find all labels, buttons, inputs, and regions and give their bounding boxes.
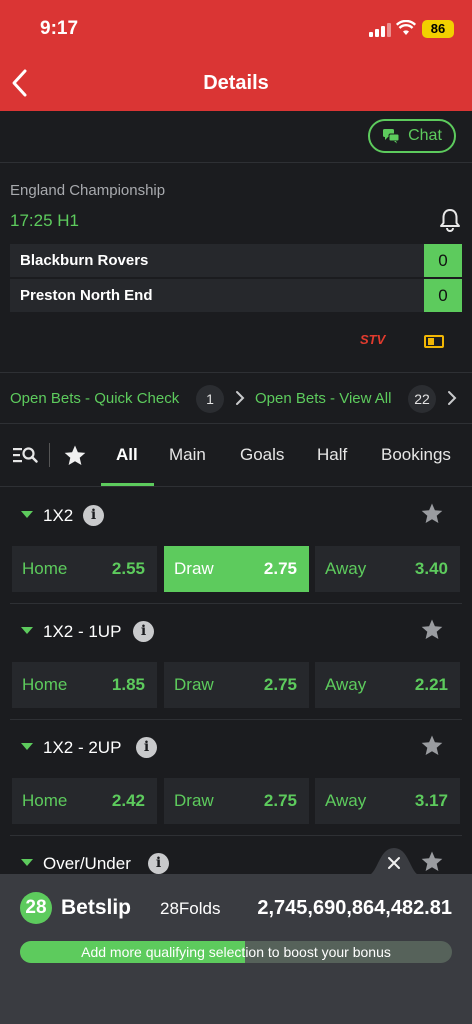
- odds-label: Away: [325, 791, 367, 810]
- odds-label: Away: [325, 559, 367, 578]
- odds-value: 2.75: [263, 791, 297, 810]
- open-bets-quick-check-link[interactable]: Open Bets - Quick Check: [10, 390, 179, 407]
- collapse-caret-icon[interactable]: [21, 743, 33, 750]
- odds-button-home[interactable]: Home 1.85: [12, 662, 157, 708]
- match-clock: 17:25 H1: [10, 211, 79, 230]
- bonus-progress-bar: Add more qualifying selection to boost y…: [20, 941, 452, 963]
- team-score: 0: [424, 244, 462, 277]
- page: 9:17 86 Details Chat England Championshi…: [0, 0, 472, 1024]
- page-title: Details: [203, 72, 269, 94]
- team-name: Blackburn Rovers: [20, 252, 149, 269]
- ticket-icon[interactable]: [424, 335, 444, 348]
- odds-button-home[interactable]: Home 2.55: [12, 546, 157, 592]
- market-divider: [10, 719, 462, 720]
- odds-label: Home: [22, 675, 68, 694]
- team-name: Preston North End: [20, 287, 153, 304]
- market-tabs: All Main Goals Half Bookings: [0, 425, 472, 487]
- betslip-folds: 28Folds: [160, 899, 221, 918]
- bonus-message: Add more qualifying selection to boost y…: [81, 944, 391, 960]
- odds-button-home[interactable]: Home 2.42: [12, 778, 157, 824]
- chevron-right-icon[interactable]: [234, 389, 246, 407]
- collapse-caret-icon[interactable]: [21, 627, 33, 634]
- odds-label: Home: [22, 559, 68, 578]
- odds-button-draw[interactable]: Draw 2.75: [164, 778, 309, 824]
- odds-button-draw[interactable]: Draw 2.75: [164, 662, 309, 708]
- star-icon[interactable]: [420, 734, 444, 758]
- odds-label: Draw: [174, 675, 214, 694]
- close-icon[interactable]: [366, 846, 422, 876]
- odds-button-away[interactable]: Away 3.40: [315, 546, 460, 592]
- team-row-home: Blackburn Rovers 0: [10, 244, 462, 277]
- search-list-icon[interactable]: [12, 445, 38, 465]
- odds-label: Home: [22, 791, 68, 810]
- status-time: 9:17: [40, 18, 79, 39]
- odds-value: 1.85: [111, 675, 145, 694]
- info-icon[interactable]: i: [136, 737, 157, 758]
- odds-value: 2.42: [111, 791, 145, 810]
- battery-indicator: 86: [422, 20, 454, 38]
- tab-all[interactable]: All: [116, 445, 138, 465]
- open-bets-view-all-link[interactable]: Open Bets - View All: [255, 390, 391, 407]
- info-icon[interactable]: i: [133, 621, 154, 642]
- market-header-1x2-1up[interactable]: 1X2 - 1UP i: [0, 613, 472, 653]
- tab-separator: [49, 443, 50, 467]
- market-header-1x2[interactable]: 1X2 i: [0, 497, 472, 537]
- league-name: England Championship: [10, 182, 166, 199]
- view-all-count-badge: 22: [408, 385, 436, 413]
- open-bets-bar: Open Bets - Quick Check 1 Open Bets - Vi…: [0, 372, 472, 424]
- collapse-caret-icon[interactable]: [21, 511, 33, 518]
- team-score: 0: [424, 279, 462, 312]
- market-divider: [10, 603, 462, 604]
- chat-label: Chat: [408, 127, 442, 144]
- bell-icon[interactable]: [439, 208, 461, 232]
- betslip-payout: 2,745,690,864,482.81: [257, 897, 452, 919]
- odds-button-draw[interactable]: Draw 2.75: [164, 546, 309, 592]
- odds-value: 3.17: [414, 791, 448, 810]
- quick-check-count-badge: 1: [196, 385, 224, 413]
- chat-button[interactable]: Chat: [368, 119, 456, 153]
- odds-label: Away: [325, 675, 367, 694]
- tab-half[interactable]: Half: [317, 445, 347, 465]
- betslip-label[interactable]: Betslip: [61, 896, 131, 920]
- market-name: Over/Under: [43, 854, 131, 873]
- star-icon[interactable]: [420, 850, 444, 874]
- active-tab-indicator: [101, 483, 154, 486]
- odds-label: Draw: [174, 559, 214, 578]
- chat-bar: Chat: [0, 111, 472, 163]
- wifi-icon: [396, 20, 416, 35]
- odds-value: 2.55: [111, 559, 145, 578]
- chat-icon: [383, 129, 400, 144]
- star-icon[interactable]: [420, 502, 444, 526]
- cellular-signal-icon: [369, 23, 391, 37]
- star-icon[interactable]: [63, 444, 87, 467]
- market-header-1x2-2up[interactable]: 1X2 - 2UP i: [0, 729, 472, 769]
- tab-main[interactable]: Main: [169, 445, 206, 465]
- tab-goals[interactable]: Goals: [240, 445, 284, 465]
- team-row-away: Preston North End 0: [10, 279, 462, 312]
- market-divider: [10, 835, 462, 836]
- chevron-right-icon[interactable]: [446, 389, 458, 407]
- odds-button-away[interactable]: Away 2.21: [315, 662, 460, 708]
- betslip-count-badge: 28: [20, 892, 52, 924]
- odds-value: 2.75: [263, 675, 297, 694]
- odds-label: Draw: [174, 791, 214, 810]
- info-icon[interactable]: i: [148, 853, 169, 874]
- market-name: 1X2 - 2UP: [43, 738, 122, 757]
- star-icon[interactable]: [420, 618, 444, 642]
- app-header: 9:17 86 Details: [0, 0, 472, 111]
- collapse-caret-icon[interactable]: [21, 859, 33, 866]
- tab-bookings[interactable]: Bookings: [381, 445, 451, 465]
- market-name: 1X2: [43, 506, 74, 525]
- odds-value: 2.75: [263, 559, 297, 578]
- odds-value: 3.40: [414, 559, 448, 578]
- odds-button-away[interactable]: Away 3.17: [315, 778, 460, 824]
- odds-value: 2.21: [414, 675, 448, 694]
- info-icon[interactable]: i: [83, 505, 104, 526]
- market-name: 1X2 - 1UP: [43, 622, 122, 641]
- stv-icon[interactable]: STV: [360, 332, 385, 347]
